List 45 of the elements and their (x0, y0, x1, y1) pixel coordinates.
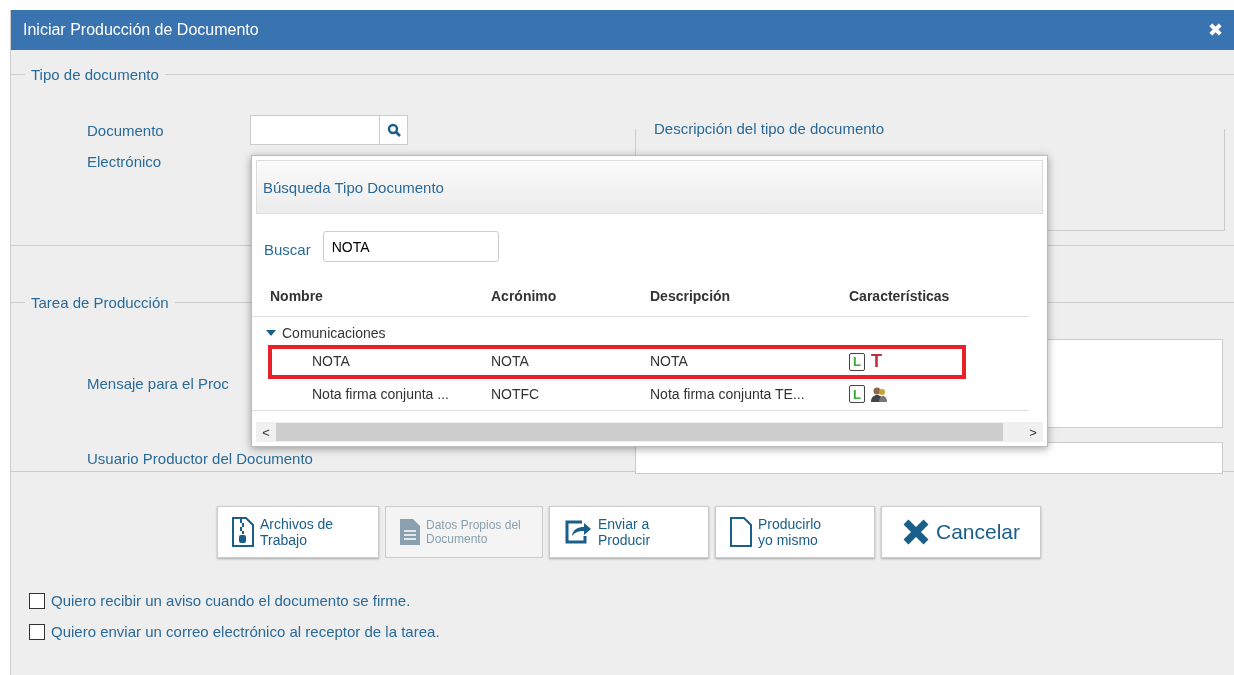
zip-file-icon (232, 517, 254, 547)
column-header[interactable]: Descripción (650, 288, 731, 304)
horizontal-scrollbar[interactable]: < > (256, 422, 1043, 442)
popup-title: Búsqueda Tipo Documento (263, 178, 444, 196)
document-icon: L (849, 352, 865, 371)
checkbox-label: Quiero enviar un correo electrónico al receptor de la tarea. (51, 623, 440, 640)
table-cell: NOTA (650, 353, 688, 369)
table-cell: Nota firma conjunta TE... (650, 386, 805, 402)
document-icon: L (849, 385, 865, 403)
section-legend: Descripción del tipo de documento (648, 120, 891, 137)
close-icon (902, 518, 930, 546)
table-cell: Nota firma conjunta ... (312, 386, 449, 402)
column-header[interactable]: Características (849, 288, 950, 304)
window-title: Iniciar Producción de Documento (23, 21, 259, 39)
table-cell: NOTA (312, 353, 350, 369)
column-header[interactable]: Nombre (270, 288, 323, 304)
blank-document-icon (730, 517, 752, 547)
checkbox-label: Quiero recibir un aviso cuando el documento se firme. (51, 592, 411, 609)
people-icon (871, 386, 887, 402)
close-button[interactable]: ✖ (1208, 19, 1223, 41)
search-field[interactable]: NOTA (322, 231, 499, 262)
table-cell: NOTA (491, 353, 529, 369)
scroll-arrow[interactable]: < (256, 424, 276, 440)
section-legend: Tipo de documento (25, 66, 165, 83)
checkbox[interactable] (29, 623, 45, 640)
document-icon (400, 519, 420, 545)
action-button[interactable]: Enviar a Producir (549, 506, 709, 558)
action-button[interactable]: Archivos de Trabajo (217, 506, 379, 558)
field-label: Mensaje para el Proc (87, 375, 230, 392)
expand-icon[interactable] (266, 329, 276, 337)
action-button[interactable]: Cancelar (881, 506, 1041, 558)
field-label: Buscar (264, 241, 311, 258)
document-type-field[interactable] (250, 115, 408, 145)
checkbox[interactable] (29, 592, 45, 609)
section-legend: Tarea de Producción (25, 294, 175, 311)
group-name: Comunicaciones (282, 325, 386, 341)
scroll-arrow[interactable]: > (1023, 424, 1043, 440)
field-label: Documento Electrónico (87, 121, 165, 172)
search-icon (386, 123, 401, 137)
table-cell: NOTFC (491, 386, 540, 402)
column-header[interactable]: Acrónimo (491, 288, 557, 304)
type-letter-icon: T (871, 351, 882, 372)
share-icon (564, 519, 592, 545)
field-label: Usuario Productor del Documento (87, 449, 314, 467)
action-button[interactable]: Producirlo yo mismo (715, 506, 875, 558)
